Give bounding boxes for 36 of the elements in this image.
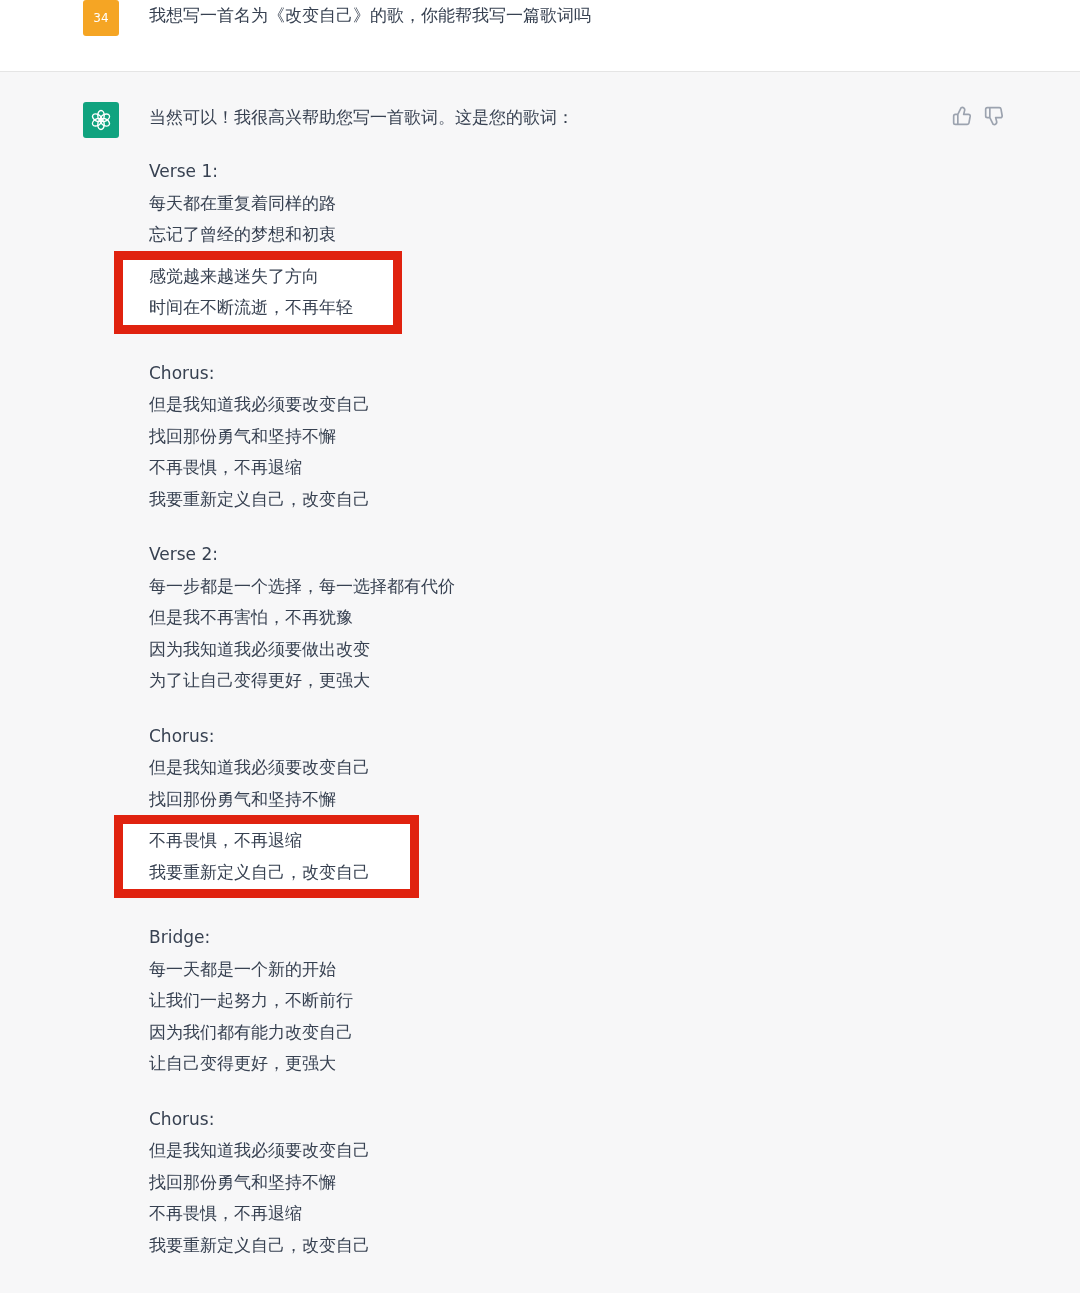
lyric-line: 每天都在重复着同样的路 xyxy=(149,191,336,215)
lyric-line: 找回那份勇气和坚持不懈 xyxy=(149,1170,336,1194)
lyric-line: 不再畏惧，不再退缩 xyxy=(149,1202,302,1225)
lyric-line: 忘记了曾经的梦想和初衷 xyxy=(149,223,336,246)
section-label: Chorus: xyxy=(149,1107,215,1131)
lyric-line: 感觉越来越迷失了方向 xyxy=(149,264,319,288)
lyric-line: 时间在不断流逝，不再年轻 xyxy=(149,296,353,319)
lyric-line: 但是我知道我必须要改变自己 xyxy=(149,393,370,416)
lyric-line: 让自己变得更好，更强大 xyxy=(149,1052,336,1075)
lyric-line: 每一步都是一个选择，每一选择都有代价 xyxy=(149,574,455,598)
thumbs-up-icon[interactable] xyxy=(952,106,972,126)
lyric-line: 找回那份勇气和坚持不懈 xyxy=(149,424,336,448)
lyric-line: 我要重新定义自己，改变自己 xyxy=(149,860,370,884)
lyric-line: 因为我知道我必须要做出改变 xyxy=(149,637,370,661)
section-label: Verse 2: xyxy=(149,543,219,566)
lyric-line: 不再畏惧，不再退缩 xyxy=(149,829,302,852)
lyric-line: 我要重新定义自己，改变自己 xyxy=(149,487,370,511)
lyric-line: 因为我们都有能力改变自己 xyxy=(149,1020,353,1044)
lyric-line: 但是我知道我必须要改变自己 xyxy=(149,1139,370,1162)
section-label: Chorus: xyxy=(149,361,215,385)
section-label: Bridge: xyxy=(149,926,211,949)
lyric-line: 找回那份勇气和坚持不懈 xyxy=(149,787,336,811)
lyric-line: 我要重新定义自己，改变自己 xyxy=(149,1233,370,1257)
user-avatar: 34 xyxy=(83,0,119,36)
lyric-line: 让我们一起努力，不断前行 xyxy=(149,989,353,1012)
user-message: 我想写一首名为《改变自己》的歌，你能帮我写一篇歌词吗 xyxy=(149,4,591,27)
assistant-intro: 当然可以！我很高兴帮助您写一首歌词。这是您的歌词： xyxy=(149,106,575,129)
section-label: Verse 1: xyxy=(149,160,219,183)
knot-logo-icon xyxy=(89,108,113,132)
lyric-line: 为了让自己变得更好，更强大 xyxy=(149,669,370,692)
lyric-line: 每一天都是一个新的开始 xyxy=(149,957,336,981)
lyric-line: 但是我不再害怕，不再犹豫 xyxy=(149,606,353,629)
lyric-line: 但是我知道我必须要改变自己 xyxy=(149,756,370,779)
thumbs-down-icon[interactable] xyxy=(984,106,1004,126)
lyric-line: 不再畏惧，不再退缩 xyxy=(149,456,302,479)
section-label: Chorus: xyxy=(149,724,215,748)
